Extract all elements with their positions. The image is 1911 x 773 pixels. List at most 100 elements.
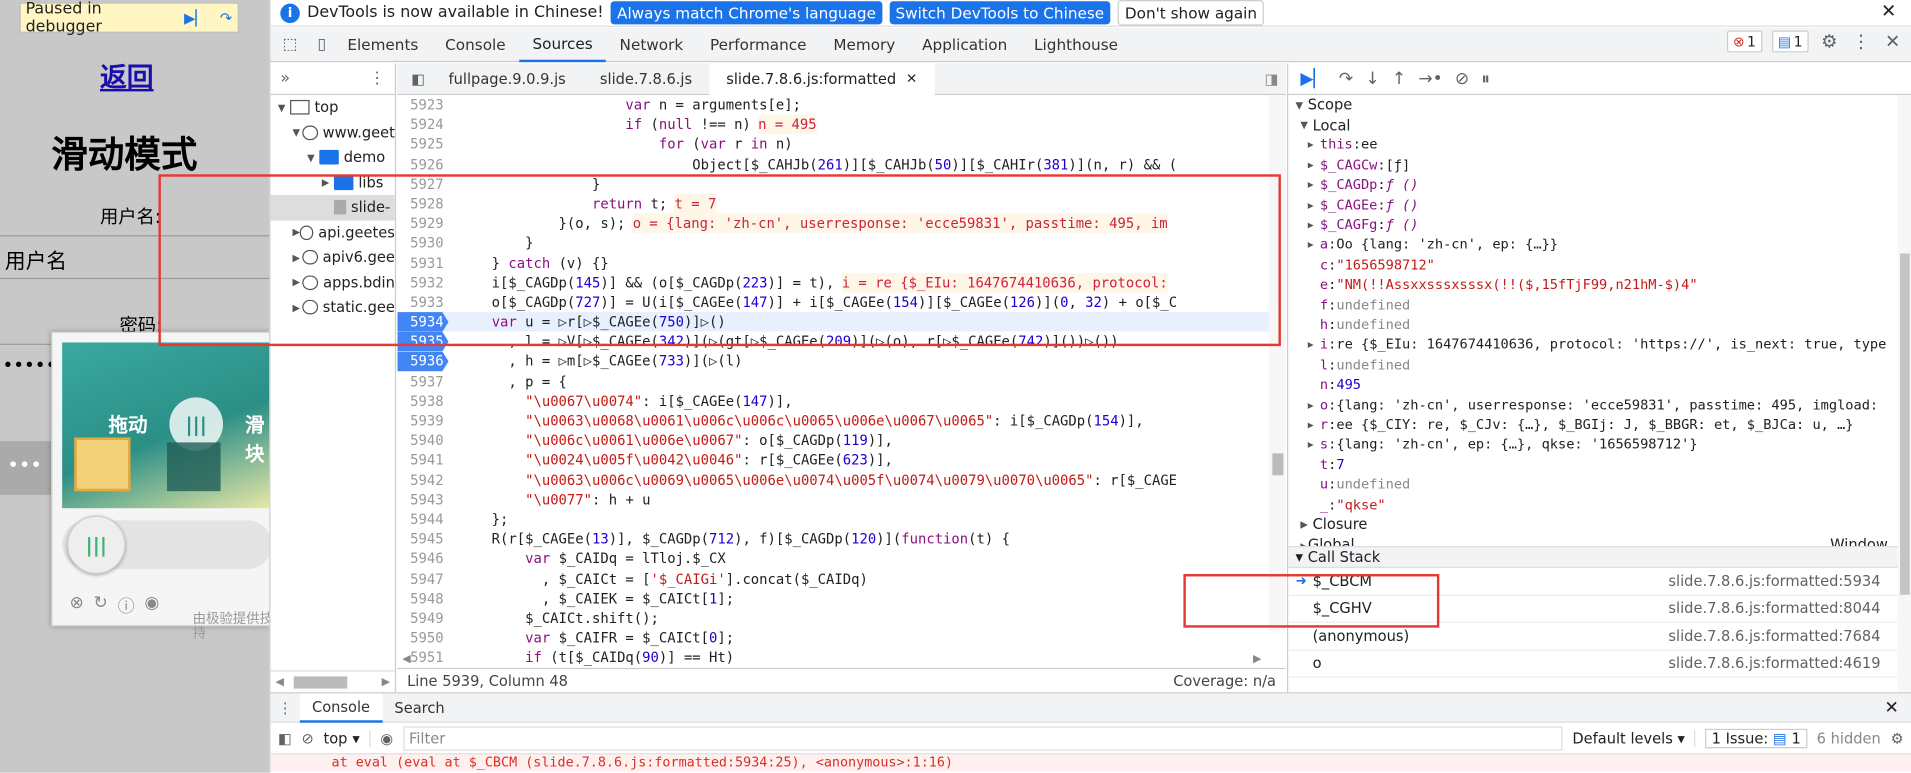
line-number[interactable]: 5936 (397, 351, 449, 372)
code-line[interactable]: 5941 "\u0024\u005f\u0042\u0046": r[$_CAG… (397, 450, 1285, 470)
pause-on-exceptions-icon[interactable]: ⏸ (1481, 69, 1490, 89)
scope-variable[interactable]: ▶ i: re {$_EIu: 1647674410636, protocol: … (1288, 335, 1911, 355)
tree-item[interactable]: ▶ apps.bdin (271, 270, 395, 295)
console-filter-input[interactable]: Filter (402, 725, 1563, 751)
breakpoint-line[interactable]: 5936 , h = ▷m[▷$_CAGEe(733)](▷(l) (397, 351, 1285, 372)
tree-arrow-icon[interactable]: ▶ (293, 252, 303, 263)
code-line[interactable]: 5944 }; (397, 509, 1285, 529)
log-levels-dropdown[interactable]: Default levels ▾ (1572, 729, 1696, 747)
frame-location[interactable]: slide.7.8.6.js:formatted:7684 (1668, 627, 1880, 644)
call-stack-header[interactable]: ▼ Call Stack (1288, 546, 1911, 568)
editor-vertical-scrollbar[interactable] (1268, 95, 1286, 632)
line-number[interactable]: 5932 (397, 273, 448, 293)
line-number[interactable]: 5937 (397, 371, 448, 391)
editor-horizontal-scrollbar[interactable]: ◀ ▶ (397, 651, 1285, 668)
step-out-icon[interactable]: ↑ (1392, 69, 1406, 89)
code-line[interactable]: 5933 o[$_CAGDp(727)] = U(i[$_CAGEe(147)]… (397, 292, 1285, 312)
local-scope-header[interactable]: ▼ Local (1288, 115, 1911, 135)
message-count-badge[interactable]: ▤ 1 (1771, 30, 1809, 53)
code-view[interactable]: 5923 var n = arguments[e]; 5924 if (null … (397, 95, 1286, 668)
step-icon[interactable]: →• (1418, 69, 1442, 89)
slider-handle[interactable]: ||| (67, 515, 126, 575)
scope-variable[interactable]: ▶ $_CAGEe: ƒ () (1288, 195, 1911, 215)
more-options-icon[interactable]: ⋮ (1850, 30, 1872, 52)
close-devtools-icon[interactable]: ✕ (1882, 30, 1904, 52)
close-tab-icon[interactable]: ✕ (906, 71, 917, 87)
scroll-left-icon[interactable]: ◀ (275, 676, 283, 688)
more-tabs-icon[interactable]: » (280, 69, 290, 87)
code-line[interactable]: 5937 , p = { (397, 371, 1285, 391)
call-frame[interactable]: o slide.7.8.6.js:formatted:4619 (1288, 650, 1898, 678)
back-link[interactable]: 返回 (100, 56, 154, 95)
code-line[interactable]: 5938 "\u0067\u0074": i[$_CAGEe(147)], (397, 391, 1285, 411)
inspect-icon[interactable]: ⬚ (278, 32, 302, 56)
closure-scope-header[interactable]: ▶ Closure (1288, 515, 1911, 535)
call-frame[interactable]: $_CGHV slide.7.8.6.js:formatted:8044 (1288, 595, 1898, 623)
step-into-icon[interactable]: ↓ (1365, 69, 1379, 89)
file-tab-slide[interactable]: slide.7.8.6.js (583, 63, 709, 95)
code-line[interactable]: 5929 }(o, s); o = {lang: 'zh-cn', userres… (397, 213, 1285, 234)
line-number[interactable]: 5947 (397, 569, 448, 589)
line-number[interactable]: 5924 (397, 115, 448, 135)
call-frame[interactable]: (anonymous) slide.7.8.6.js:formatted:7684 (1288, 623, 1898, 651)
line-number[interactable]: 5945 (397, 529, 448, 549)
tree-arrow-icon[interactable]: ▼ (307, 152, 319, 163)
tree-arrow-icon[interactable]: ▼ (278, 102, 290, 113)
switch-language-button[interactable]: Switch DevTools to Chinese (889, 1, 1111, 25)
settings-gear-icon[interactable]: ⚙ (1818, 30, 1840, 52)
live-expression-eye-icon[interactable]: ◉ (380, 729, 393, 746)
info-icon[interactable]: ⓘ (118, 594, 135, 618)
scroll-thumb[interactable] (1272, 453, 1284, 476)
scope-variable[interactable]: ▶ $_CAGCw: [ƒ] (1288, 155, 1911, 175)
issues-counter[interactable]: 1 Issue: ▤ 1 (1705, 728, 1807, 748)
line-number[interactable]: 5939 (397, 411, 448, 431)
code-line[interactable]: 5932 i[$_CAGDp(145)] && (o[$_CAGDp(223)]… (397, 272, 1285, 293)
scope-variable[interactable]: e: "NM(!!Assxxsssxsssx(!!($,15fTjF99,n21… (1288, 275, 1911, 295)
scope-variable[interactable]: ▶ r: ee {$_CIY: re, $_CJv: {…}, $_BGIj: J… (1288, 415, 1911, 435)
tab-lighthouse[interactable]: Lighthouse (1021, 27, 1132, 61)
code-line[interactable]: 5947 , $_CAICt = ['$_CAIGi'].concat($_CA… (397, 569, 1285, 589)
tree-item[interactable]: ▶ apiv6.gee (271, 245, 395, 270)
code-line[interactable]: 5948 , $_CAIEK = $_CAICt[1]; (397, 588, 1285, 608)
tab-network[interactable]: Network (606, 27, 696, 61)
line-number[interactable]: 5944 (397, 509, 448, 529)
deactivate-breakpoints-icon[interactable]: ⊘ (1455, 69, 1469, 89)
tab-sources[interactable]: Sources (519, 27, 607, 62)
line-number[interactable]: 5941 (397, 450, 448, 470)
code-line[interactable]: 5931 } catch (v) {} (397, 253, 1285, 273)
code-line[interactable]: 5939 "\u0063\u0068\u0061\u006c\u006c\u00… (397, 411, 1285, 431)
tree-arrow-icon[interactable]: ▶ (293, 227, 301, 238)
console-settings-gear-icon[interactable]: ⚙ (1891, 729, 1904, 746)
close-icon[interactable]: ✕ (1881, 0, 1896, 22)
code-line[interactable]: 5923 var n = arguments[e]; (397, 95, 1285, 115)
more-icon[interactable]: ••• (0, 441, 54, 495)
line-number[interactable]: 5949 (397, 608, 448, 628)
scope-variable[interactable]: u: undefined (1288, 475, 1911, 495)
code-line[interactable]: 5924 if (null !== n) n = 495 (397, 114, 1285, 135)
scope-variable[interactable]: t: 7 (1288, 455, 1911, 475)
scope-variable[interactable]: ▶ $_CAGDp: ƒ () (1288, 175, 1911, 195)
tab-elements[interactable]: Elements (334, 27, 432, 61)
error-count-badge[interactable]: ⊗ 1 (1726, 30, 1763, 53)
refresh-icon[interactable]: ↻ (94, 594, 108, 618)
step-over-icon[interactable]: ↷ (214, 7, 237, 29)
line-number[interactable]: 5925 (397, 135, 448, 155)
line-number[interactable]: 5930 (397, 233, 448, 253)
tab-memory[interactable]: Memory (820, 27, 909, 61)
puzzle-piece[interactable] (74, 437, 131, 492)
scroll-right-icon[interactable]: ▶ (382, 676, 390, 688)
code-line[interactable]: 5928 return t; t = 7 (397, 193, 1285, 214)
clear-console-icon[interactable]: ⊘ (301, 729, 313, 746)
line-number[interactable]: 5948 (397, 588, 448, 608)
scope-variable[interactable]: ▶ o: {lang: 'zh-cn', userresponse: 'ecce5… (1288, 395, 1911, 415)
scope-variable[interactable]: ▶ $_CAGFg: ƒ () (1288, 215, 1911, 235)
debugger-scrollbar[interactable] (1897, 95, 1911, 693)
scope-variable[interactable]: ▶ s: {lang: 'zh-cn', ep: {…}, qkse: '1656… (1288, 435, 1911, 455)
resume-icon[interactable]: ▶▏ (1300, 69, 1326, 89)
line-number[interactable]: 5934 (397, 312, 449, 332)
breakpoint-line[interactable]: 5935 , l = ▷V[▷$_CAGEe(342)](▷(gt[▷$_CAG… (397, 331, 1285, 352)
device-toolbar-icon[interactable]: ▯ (310, 32, 334, 56)
resume-icon[interactable]: ▶▏ (184, 7, 207, 29)
drawer-tab-console[interactable]: Console (299, 692, 383, 723)
tree-item[interactable]: ▶ libs (271, 170, 395, 195)
